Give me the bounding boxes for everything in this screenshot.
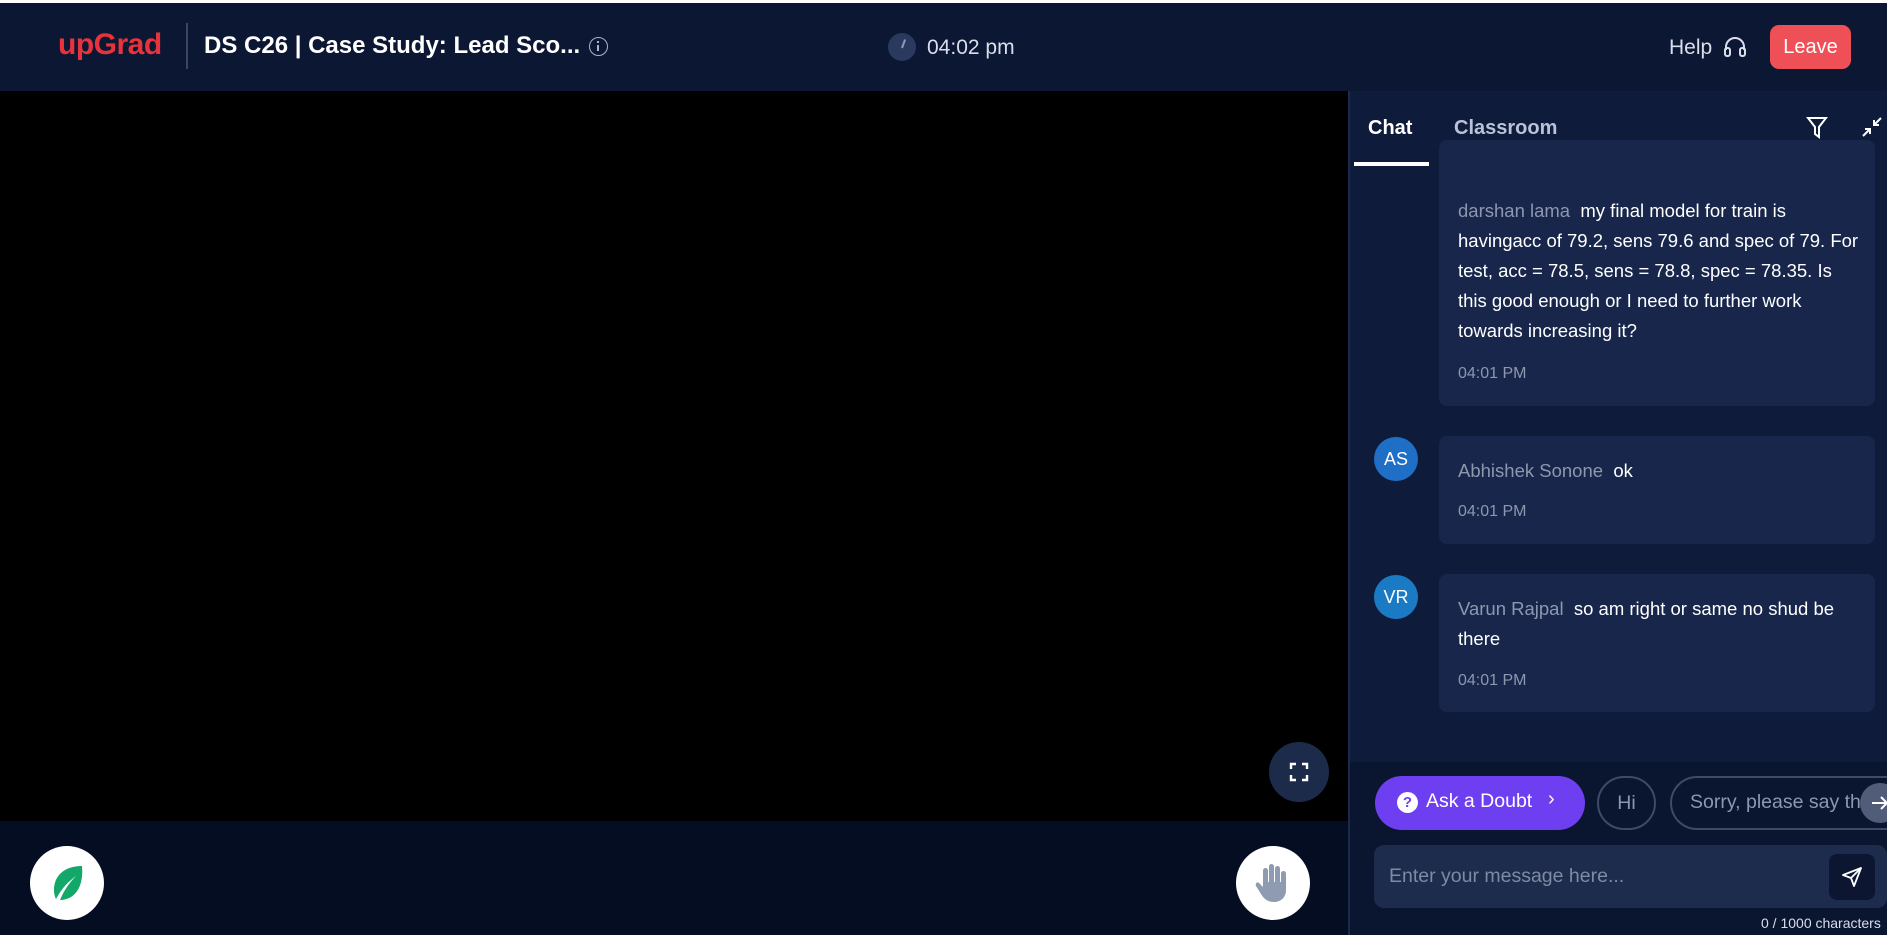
active-tab-indicator — [1354, 162, 1429, 166]
message-time: 04:01 PM — [1458, 672, 1527, 689]
avatar: VR — [1374, 575, 1418, 619]
character-count: 0 / 1000 characters — [1761, 915, 1881, 931]
message-time: 04:01 PM — [1458, 503, 1527, 520]
ask-doubt-label[interactable]: Ask a Doubt — [1426, 790, 1532, 813]
raise-hand-icon — [1255, 864, 1286, 902]
collapse-icon[interactable] — [1861, 116, 1883, 143]
message-body: darshan lama my final model for train is… — [1458, 196, 1863, 346]
message-body: Abhishek Sonone ok — [1458, 456, 1863, 486]
raise-hand-button[interactable] — [1236, 846, 1310, 920]
video-stage[interactable] — [0, 91, 1348, 821]
message-sender[interactable]: darshan lama — [1458, 200, 1570, 221]
upgrad-logo[interactable]: upGrad — [58, 28, 162, 62]
chevron-right-icon: › — [1548, 788, 1555, 810]
clock-icon — [888, 33, 916, 61]
arrow-right-icon — [1872, 796, 1887, 810]
send-icon — [1842, 867, 1862, 887]
message-input[interactable] — [1374, 845, 1887, 908]
leave-button[interactable]: Leave — [1770, 25, 1851, 69]
headset-icon[interactable] — [1723, 36, 1747, 58]
fullscreen-icon — [1289, 762, 1309, 782]
leaf-icon — [54, 866, 83, 900]
message-text: ok — [1613, 460, 1633, 481]
quick-reply-sorry-label: Sorry, please say that again — [1690, 791, 1876, 813]
message-text: my final model for train is havingacc of… — [1458, 200, 1859, 341]
chat-message — [1439, 436, 1875, 544]
quick-reply-hi[interactable]: Hi — [1597, 776, 1656, 830]
info-icon[interactable] — [589, 37, 608, 56]
bottom-control-bar — [0, 821, 1348, 935]
message-sender[interactable]: Varun Rajpal — [1458, 598, 1564, 619]
fullscreen-button[interactable] — [1269, 742, 1329, 802]
message-time: 04:01 PM — [1458, 365, 1527, 382]
question-icon: ? — [1397, 792, 1418, 813]
send-button[interactable] — [1829, 854, 1875, 900]
message-body: Varun Rajpal so am right or same no shud… — [1458, 594, 1863, 654]
header-divider — [186, 23, 188, 69]
session-title: DS C26 | Case Study: Lead Sco... — [204, 32, 581, 59]
tab-chat[interactable]: Chat — [1368, 117, 1412, 140]
avatar: AS — [1374, 437, 1418, 481]
leaf-button[interactable] — [30, 846, 104, 920]
message-sender[interactable]: Abhishek Sonone — [1458, 460, 1603, 481]
clock-time: 04:02 pm — [927, 36, 1015, 59]
help-link[interactable]: Help — [1669, 36, 1712, 60]
tab-classroom[interactable]: Classroom — [1454, 117, 1557, 140]
